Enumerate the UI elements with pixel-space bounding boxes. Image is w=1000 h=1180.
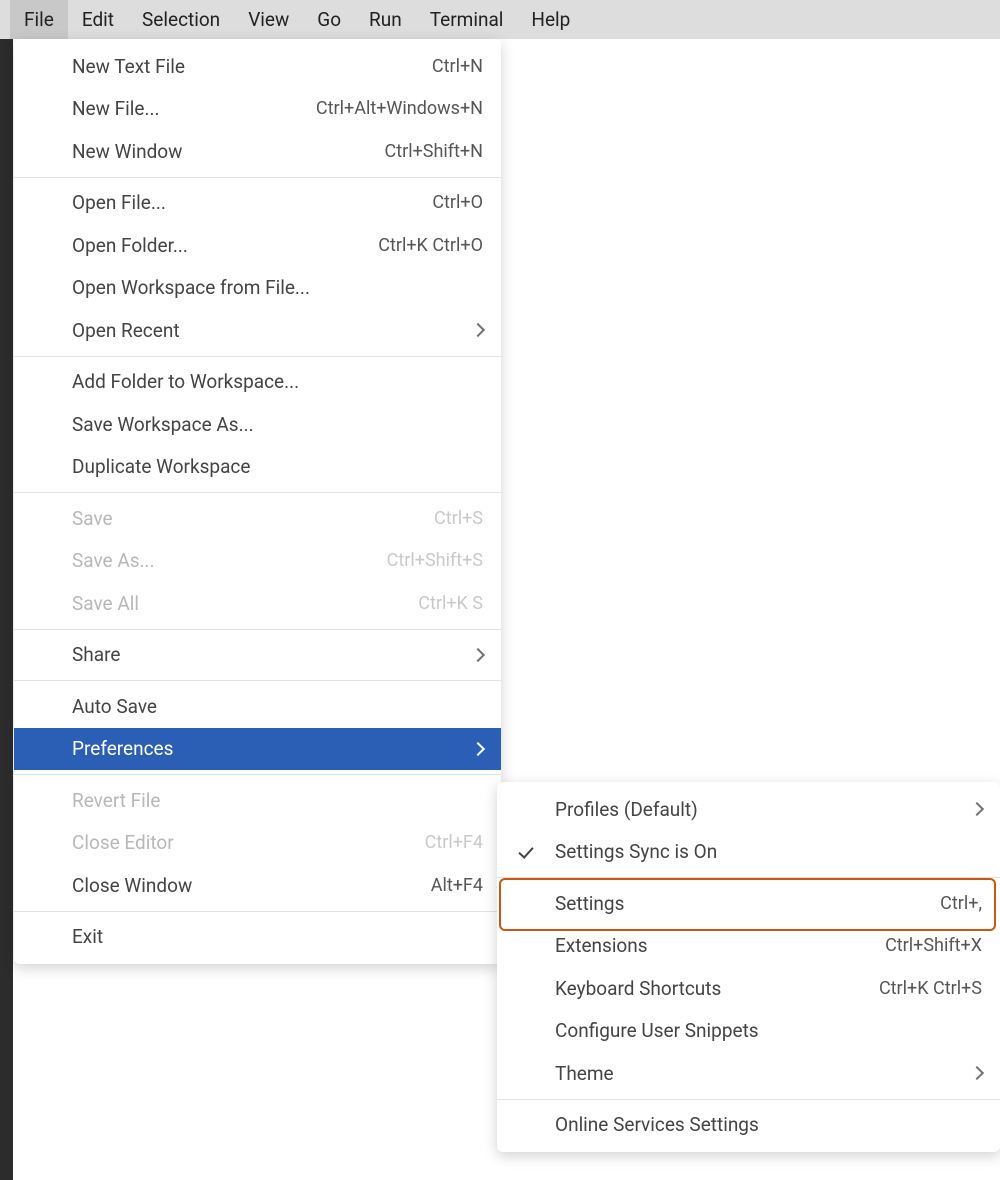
menu-item-shortcut: Ctrl+K Ctrl+S (879, 978, 982, 999)
menu-item-shortcut: Ctrl+, (940, 893, 982, 914)
menubar-item-edit[interactable]: Edit (68, 0, 128, 39)
menu-item-shortcut: Ctrl+F4 (425, 832, 483, 853)
menu-separator (14, 356, 501, 357)
file-menu-item-save: SaveCtrl+S (14, 497, 501, 540)
chevron-right-icon (471, 323, 485, 337)
preferences-item-profiles-default[interactable]: Profiles (Default) (497, 788, 1000, 831)
preferences-item-settings-sync-is-on[interactable]: Settings Sync is On (497, 831, 1000, 874)
menu-item-label: Duplicate Workspace (72, 455, 483, 478)
menubar-item-selection[interactable]: Selection (128, 0, 234, 39)
menu-item-label: Add Folder to Workspace... (72, 370, 483, 393)
preferences-item-extensions[interactable]: ExtensionsCtrl+Shift+X (497, 925, 1000, 968)
menubar-item-view[interactable]: View (234, 0, 303, 39)
file-menu-item-close-editor: Close EditorCtrl+F4 (14, 822, 501, 865)
menu-item-label: Open Recent (72, 319, 473, 342)
file-menu-item-save-all: Save AllCtrl+K S (14, 582, 501, 625)
preferences-item-theme[interactable]: Theme (497, 1052, 1000, 1095)
menubar-item-file[interactable]: File (10, 0, 68, 39)
menu-item-shortcut: Ctrl+N (432, 56, 483, 77)
file-menu-item-open-file[interactable]: Open File...Ctrl+O (14, 182, 501, 225)
menu-item-label: Save Workspace As... (72, 413, 483, 436)
menu-item-label: Save (72, 507, 434, 530)
menu-item-shortcut: Ctrl+S (434, 508, 483, 529)
menu-item-shortcut: Ctrl+O (432, 192, 483, 213)
menu-item-label: New Window (72, 140, 385, 163)
file-menu-item-duplicate-workspace[interactable]: Duplicate Workspace (14, 446, 501, 489)
menu-item-shortcut: Ctrl+Shift+S (387, 550, 483, 571)
menu-separator (14, 492, 501, 493)
menubar-item-help[interactable]: Help (517, 0, 584, 39)
menu-item-label: Close Window (72, 874, 431, 897)
preferences-item-keyboard-shortcuts[interactable]: Keyboard ShortcutsCtrl+K Ctrl+S (497, 967, 1000, 1010)
preferences-item-configure-user-snippets[interactable]: Configure User Snippets (497, 1010, 1000, 1053)
menu-item-label: Extensions (555, 934, 885, 957)
menu-item-label: Settings (555, 892, 940, 915)
menu-item-label: Keyboard Shortcuts (555, 977, 879, 1000)
menu-item-label: Theme (555, 1062, 972, 1085)
file-menu-item-exit[interactable]: Exit (14, 916, 501, 959)
menu-separator (14, 774, 501, 775)
menu-item-label: Revert File (72, 789, 483, 812)
menu-item-label: Settings Sync is On (555, 840, 982, 863)
menu-item-label: Online Services Settings (555, 1113, 982, 1136)
menu-item-shortcut: Ctrl+K Ctrl+O (378, 235, 483, 256)
menubar: File Edit Selection View Go Run Terminal… (0, 0, 1000, 39)
menu-separator (14, 911, 501, 912)
chevron-right-icon (471, 742, 485, 756)
file-menu-item-open-workspace-from-file[interactable]: Open Workspace from File... (14, 267, 501, 310)
menu-item-label: Close Editor (72, 831, 425, 854)
menu-item-label: Preferences (72, 737, 473, 760)
menu-separator (14, 680, 501, 681)
file-menu-item-auto-save[interactable]: Auto Save (14, 685, 501, 728)
chevron-right-icon (471, 648, 485, 662)
menu-separator (497, 1099, 1000, 1100)
menu-item-shortcut: Ctrl+Shift+X (885, 935, 982, 956)
menu-item-label: New Text File (72, 55, 432, 78)
menu-item-label: Configure User Snippets (555, 1019, 982, 1042)
menu-item-label: Auto Save (72, 695, 483, 718)
menu-separator (497, 877, 1000, 878)
menu-item-label: Save As... (72, 549, 387, 572)
menu-item-shortcut: Alt+F4 (431, 875, 483, 896)
activity-bar (0, 39, 13, 1180)
menu-separator (14, 177, 501, 178)
menu-item-shortcut: Ctrl+Shift+N (385, 141, 483, 162)
file-menu-item-add-folder-to-workspace[interactable]: Add Folder to Workspace... (14, 361, 501, 404)
menubar-item-run[interactable]: Run (355, 0, 416, 39)
file-menu-item-open-recent[interactable]: Open Recent (14, 309, 501, 352)
menu-item-label: Profiles (Default) (555, 798, 972, 821)
chevron-right-icon (970, 1066, 984, 1080)
menu-item-label: New File... (72, 97, 316, 120)
menubar-item-terminal[interactable]: Terminal (416, 0, 518, 39)
menu-item-label: Open Folder... (72, 234, 378, 257)
chevron-right-icon (970, 802, 984, 816)
file-menu-item-revert-file: Revert File (14, 779, 501, 822)
menu-item-label: Open File... (72, 191, 432, 214)
file-menu-item-open-folder[interactable]: Open Folder...Ctrl+K Ctrl+O (14, 224, 501, 267)
file-menu: New Text FileCtrl+NNew File...Ctrl+Alt+W… (14, 39, 501, 964)
preferences-item-settings[interactable]: SettingsCtrl+, (497, 882, 1000, 925)
preferences-submenu: Profiles (Default) Settings Sync is On Set… (497, 782, 1000, 1152)
file-menu-item-save-as: Save As...Ctrl+Shift+S (14, 540, 501, 583)
menu-item-label: Save All (72, 592, 418, 615)
file-menu-item-new-text-file[interactable]: New Text FileCtrl+N (14, 45, 501, 88)
menu-separator (14, 629, 501, 630)
menu-item-label: Exit (72, 925, 483, 948)
check-icon (517, 845, 535, 859)
file-menu-item-new-window[interactable]: New WindowCtrl+Shift+N (14, 130, 501, 173)
preferences-item-online-services-settings[interactable]: Online Services Settings (497, 1104, 1000, 1147)
file-menu-item-new-file[interactable]: New File...Ctrl+Alt+Windows+N (14, 88, 501, 131)
file-menu-item-save-workspace-as[interactable]: Save Workspace As... (14, 403, 501, 446)
file-menu-item-share[interactable]: Share (14, 634, 501, 677)
menubar-item-go[interactable]: Go (303, 0, 355, 39)
menu-item-shortcut: Ctrl+Alt+Windows+N (316, 98, 483, 119)
menu-item-label: Share (72, 643, 473, 666)
menu-item-shortcut: Ctrl+K S (418, 593, 483, 614)
file-menu-item-preferences[interactable]: Preferences (14, 728, 501, 771)
file-menu-item-close-window[interactable]: Close WindowAlt+F4 (14, 864, 501, 907)
menu-item-label: Open Workspace from File... (72, 276, 483, 299)
